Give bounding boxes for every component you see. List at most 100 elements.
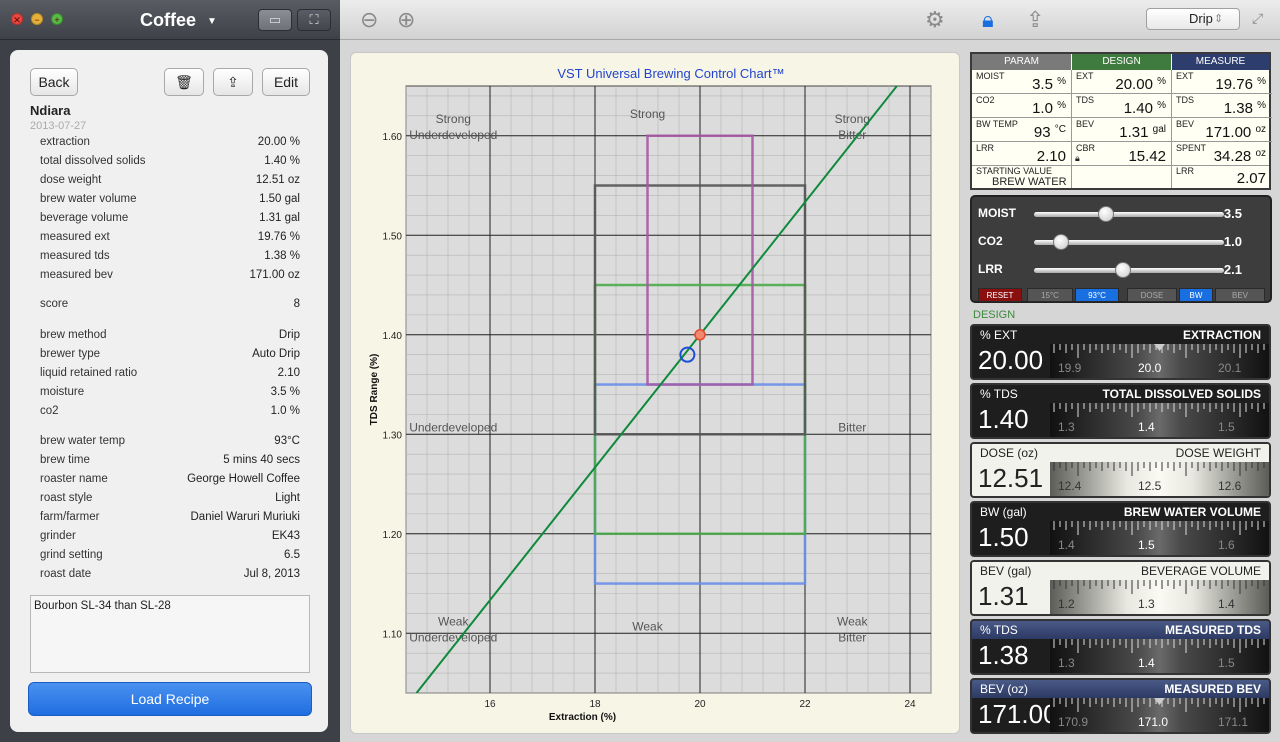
- param-value[interactable]: 1.40 %: [1072, 100, 1166, 117]
- field-row: roaster name George Howell Coffee: [40, 473, 300, 490]
- lock-icon[interactable]: 🔒︎: [982, 7, 994, 33]
- param-value[interactable]: 93 °C: [972, 124, 1066, 141]
- gauge-tick-label: 171.0: [1138, 715, 1169, 729]
- field-value: Auto Drip: [252, 348, 300, 360]
- field-row: brew time 5 mins 40 secs: [40, 454, 300, 471]
- updown-arrows-icon: ⇕: [1214, 13, 1224, 25]
- field-label: moisture: [40, 386, 85, 398]
- param-number: 3.5: [1032, 76, 1053, 93]
- gauge-dial[interactable]: 1.2 1.3 1.4: [1050, 580, 1269, 614]
- segment-button[interactable]: DOSE: [1127, 288, 1177, 302]
- param-value[interactable]: 34.28 oz: [1172, 148, 1266, 165]
- field-label: dose weight: [40, 174, 102, 186]
- gauge-tick-label: 20.0: [1138, 361, 1162, 375]
- param-number: 1.0: [1032, 100, 1053, 117]
- notes-field[interactable]: Bourbon SL-34 than SL-28: [30, 595, 310, 673]
- gauge-dial[interactable]: 19.9 20.0 20.1: [1050, 344, 1269, 378]
- field-value: Jul 8, 2013: [243, 568, 300, 580]
- field-label: measured ext: [40, 231, 110, 243]
- y-axis-label: TDS Range (%): [369, 354, 380, 426]
- gauge[interactable]: DOSE (oz) DOSE WEIGHT 12.51 12.4 12.5 12.6: [970, 442, 1271, 498]
- gauge-dial[interactable]: 1.4 1.5 1.6: [1050, 521, 1269, 555]
- field-label: measured tds: [40, 250, 110, 262]
- field-value: 1.31 gal: [259, 212, 300, 224]
- collection-title[interactable]: Coffee: [140, 10, 196, 31]
- region-label: Bitter: [838, 630, 866, 644]
- param-number: 1.40: [1123, 100, 1153, 117]
- slider-knob[interactable]: [1115, 262, 1132, 278]
- edit-button[interactable]: Edit: [262, 68, 310, 96]
- gauge[interactable]: % TDS TOTAL DISSOLVED SOLIDS 1.40 1.3 1.4 1.5: [970, 383, 1271, 439]
- param-value[interactable]: 2.10: [972, 148, 1066, 165]
- gauge-dial[interactable]: 170.9 171.0 171.1: [1050, 698, 1269, 732]
- share-recipe-button[interactable]: ⇪: [213, 68, 253, 96]
- param-value[interactable]: 3.5 %: [972, 76, 1066, 93]
- delete-button[interactable]: 🗑: [164, 68, 204, 96]
- chart-canvas[interactable]: 16 18 20 22 24 1.10 1.20 1.30 1.40 1.50 1.60 Extrac…: [351, 53, 961, 735]
- minimize-window-button[interactable]: −: [31, 13, 43, 25]
- param-value[interactable]: 171.00 oz: [1172, 124, 1266, 141]
- back-button[interactable]: Back: [30, 68, 78, 96]
- gauge-dial[interactable]: 1.3 1.4 1.5: [1050, 639, 1269, 673]
- slider-track[interactable]: [1034, 212, 1224, 217]
- param-value[interactable]: 20.00 %: [1072, 76, 1166, 93]
- region-label: Bitter: [838, 420, 866, 434]
- gauge[interactable]: % TDS MEASURED TDS 1.38 1.3 1.4 1.5: [970, 619, 1271, 675]
- gauge-tick-label: 1.5: [1218, 656, 1235, 670]
- field-label: grinder: [40, 530, 76, 542]
- gauge[interactable]: BEV (oz) MEASURED BEV 171.00 170.9 171.0 171.…: [970, 678, 1271, 734]
- segment-button[interactable]: 93°C: [1075, 288, 1119, 302]
- x-axis-label: Extraction (%): [549, 712, 616, 723]
- gauge-ticks: [1053, 639, 1265, 653]
- gauge[interactable]: BEV (gal) BEVERAGE VOLUME 1.31 1.2 1.3 1.4: [970, 560, 1271, 616]
- reset-button[interactable]: RESET: [978, 288, 1022, 302]
- brewing-control-chart[interactable]: VST Universal Brewing Control Chart™ 16 1…: [350, 52, 960, 734]
- field-value: 20.00 %: [257, 136, 300, 148]
- load-recipe-button[interactable]: Load Recipe: [28, 682, 312, 716]
- gauge-dial[interactable]: 1.3 1.4 1.5: [1050, 403, 1269, 437]
- close-window-button[interactable]: ✕: [11, 13, 23, 25]
- gauge-tick-label: 1.3: [1138, 597, 1155, 611]
- zoom-window-button[interactable]: +: [51, 13, 63, 25]
- share-icon[interactable]: ⇪: [1026, 7, 1044, 33]
- gauge[interactable]: % EXT EXTRACTION 20.00 19.9 20.0 20.1: [970, 324, 1271, 380]
- gauge-tick-label: 12.4: [1058, 479, 1082, 493]
- field-label: brew water volume: [40, 193, 137, 205]
- field-row: roast date Jul 8, 2013: [40, 568, 300, 585]
- fullscreen-icon[interactable]: ⤢: [1252, 10, 1263, 27]
- param-value[interactable]: 1.31 gal: [1072, 124, 1166, 141]
- gauge-unit-label: % TDS: [980, 387, 1018, 401]
- segment-button[interactable]: BW: [1179, 288, 1213, 302]
- gauge-value: 1.40: [978, 404, 1029, 434]
- segment-button[interactable]: 15°C: [1027, 288, 1073, 302]
- zoom-out-icon[interactable]: ⊖: [360, 7, 378, 33]
- field-label: roaster name: [40, 473, 108, 485]
- gauge-dial[interactable]: 12.4 12.5 12.6: [1050, 462, 1269, 496]
- gear-icon[interactable]: ⚙: [925, 7, 945, 33]
- param-value[interactable]: 1.0 %: [972, 100, 1066, 117]
- slider-knob[interactable]: [1052, 234, 1069, 250]
- gauge[interactable]: BW (gal) BREW WATER VOLUME 1.50 1.4 1.5 1.6: [970, 501, 1271, 557]
- recipe-card: Back 🗑 ⇪ Edit Ndiara 2013-07-27 extracti…: [10, 50, 328, 732]
- gauge-value: 171.00: [978, 699, 1058, 729]
- expand-view-button[interactable]: ⛶: [297, 9, 331, 31]
- main-toolbar: ⊖ ⊕ ⚙ 🔒︎ ⇪ Drip ⇕ ⤢: [340, 0, 1280, 40]
- field-value: Drip: [278, 329, 300, 341]
- starting-value[interactable]: BREW WATER: [992, 176, 1067, 188]
- gauge-unit-label: % TDS: [980, 623, 1018, 637]
- brew-method-select[interactable]: Drip: [1146, 8, 1240, 30]
- zoom-in-icon[interactable]: ⊕: [397, 7, 415, 33]
- param-value[interactable]: 1.38 %: [1172, 100, 1266, 117]
- param-value[interactable]: 15.42: [1072, 148, 1166, 165]
- param-divider: [1072, 93, 1172, 94]
- region-label: Underdeveloped: [409, 630, 497, 644]
- segment-button[interactable]: BEV: [1215, 288, 1265, 302]
- gauge-value: 1.38: [978, 640, 1029, 670]
- param-value[interactable]: 19.76 %: [1172, 76, 1266, 93]
- gauge-tick-label: 1.4: [1138, 420, 1155, 434]
- parameter-table: PARAM DESIGN MEASURE MOIST 3.5 % EXT 20.00 …: [970, 52, 1272, 190]
- slider-knob[interactable]: [1098, 206, 1115, 222]
- archive-view-button[interactable]: ▭: [258, 9, 292, 31]
- recipe-date: 2013-07-27: [30, 120, 87, 132]
- chevron-down-icon[interactable]: ▼: [207, 16, 217, 27]
